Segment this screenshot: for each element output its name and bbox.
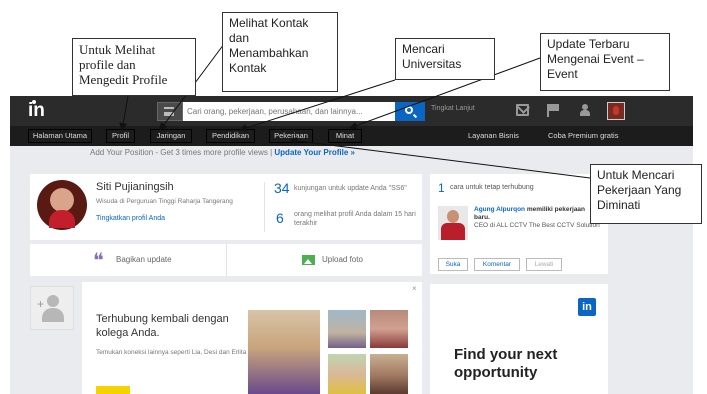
mail-icon[interactable]: [516, 104, 529, 116]
person-photo[interactable]: [438, 206, 468, 240]
close-icon[interactable]: ×: [412, 284, 417, 293]
main-nav: Halaman Utama Profil Jaringan Pendidikan…: [10, 126, 693, 146]
linkedin-badge-icon: in: [578, 298, 596, 316]
improve-profile-link[interactable]: Tingkatkan profil Anda: [96, 215, 165, 222]
ad-card[interactable]: in Find your next opportunity: [430, 284, 608, 394]
advanced-search-link[interactable]: Tingkat Lanjut: [431, 105, 475, 112]
promo-text: Add Your Position - Get 3 times more pro…: [90, 148, 275, 157]
colleague-photo[interactable]: [370, 354, 408, 394]
stat-views-text[interactable]: kunjungan untuk update Anda "SS6": [294, 184, 420, 193]
nav-item-business[interactable]: Layanan Bisnis: [468, 131, 519, 140]
placeholder-avatar: +: [30, 286, 74, 330]
plus-icon: +: [37, 297, 45, 311]
photo-icon: [302, 255, 315, 265]
reconnect-button[interactable]: [96, 386, 130, 394]
search-category-dropdown[interactable]: [157, 102, 183, 121]
promo-banner: Add Your Position - Get 3 times more pro…: [90, 148, 355, 157]
update-text: Agung Alpurqon memiliki pekerjaan baru. …: [474, 206, 602, 230]
callout-universities: Mencari Universitas: [395, 38, 495, 80]
callout-profile: Untuk Melihat profile dan Mengedit Profi…: [72, 38, 196, 96]
person-detail: CEO di ALL CCTV The Best CCTV Solution: [474, 222, 600, 229]
profile-name[interactable]: Siti Pujianingsih: [96, 181, 174, 193]
avatar[interactable]: [607, 102, 625, 120]
colleague-photo[interactable]: [328, 310, 366, 348]
nav-item-home[interactable]: Halaman Utama: [28, 129, 92, 143]
update-count: 1: [438, 181, 445, 195]
top-bar: in Tingkat Lanjut: [10, 96, 693, 126]
share-divider: [226, 244, 227, 276]
network-update-card: 1 cara untuk tetap terhubung Agung Alpur…: [430, 174, 608, 274]
colleague-photo[interactable]: [370, 310, 408, 348]
colleague-photo[interactable]: [328, 354, 366, 394]
comment-button[interactable]: Komentar: [474, 258, 520, 271]
share-bar: ❝ Bagikan update Upload foto: [30, 244, 422, 276]
profile-photo[interactable]: [37, 180, 87, 230]
callout-jobs: Untuk Mencari Pekerjaan Yang Diminati: [590, 164, 702, 224]
nav-item-premium[interactable]: Coba Premium gratis: [548, 131, 618, 140]
reconnect-card: × Terhubung kembali dengan kolega Anda. …: [82, 282, 422, 394]
stat-visitors-text[interactable]: orang melihat profil Anda dalam 15 hari …: [294, 210, 420, 228]
nav-item-network[interactable]: Jaringan: [150, 129, 192, 143]
reconnect-subtitle: Temukan koneksi lainnya seperti Lia, Des…: [96, 349, 247, 356]
person-name[interactable]: Agung Alpurqon: [474, 206, 525, 213]
linkedin-screenshot: in Tingkat Lanjut Halaman Utama Profil J…: [10, 96, 693, 394]
colleague-photos: [248, 310, 412, 394]
card-divider: [264, 182, 265, 232]
nav-item-interests[interactable]: Minat: [328, 129, 362, 143]
callout-events: Update Terbaru Mengenai Event – Event: [540, 33, 670, 91]
profile-subtitle: Wisuda di Perguruan Tinggi Raharja Tange…: [96, 198, 233, 205]
stat-views-number[interactable]: 34: [274, 180, 290, 196]
nav-item-jobs[interactable]: Pekerjaan: [269, 129, 313, 143]
skip-button[interactable]: Lewati: [526, 258, 562, 271]
quote-icon: ❝: [93, 248, 104, 272]
nav-item-profile[interactable]: Profil: [106, 129, 135, 143]
reconnect-title: Terhubung kembali dengan kolega Anda.: [96, 313, 229, 339]
flag-icon[interactable]: [547, 104, 560, 117]
search-input[interactable]: [183, 102, 395, 121]
nav-item-education[interactable]: Pendidikan: [206, 129, 255, 143]
search-button[interactable]: [395, 102, 425, 121]
menu-icon: [164, 107, 174, 116]
colleague-photo[interactable]: [248, 310, 320, 394]
logo-text: in: [28, 100, 45, 121]
stat-visitors-number[interactable]: 6: [276, 210, 284, 226]
linkedin-logo[interactable]: in: [28, 100, 58, 121]
update-title: cara untuk tetap terhubung: [450, 184, 534, 191]
ad-title[interactable]: Find your next opportunity: [454, 346, 604, 382]
logo-dot: [32, 100, 36, 104]
like-button[interactable]: Suka: [438, 258, 468, 271]
search-icon: [405, 106, 413, 114]
add-connection-icon[interactable]: [578, 104, 591, 116]
share-update-button[interactable]: Bagikan update: [116, 255, 172, 264]
profile-card: Siti Pujianingsih Wisuda di Perguruan Ti…: [30, 174, 422, 240]
upload-photo-button[interactable]: Upload foto: [322, 255, 363, 264]
callout-contacts: Melihat Kontak dan Menambahkan Kontak: [222, 12, 338, 92]
promo-link[interactable]: Update Your Profile »: [274, 148, 355, 157]
